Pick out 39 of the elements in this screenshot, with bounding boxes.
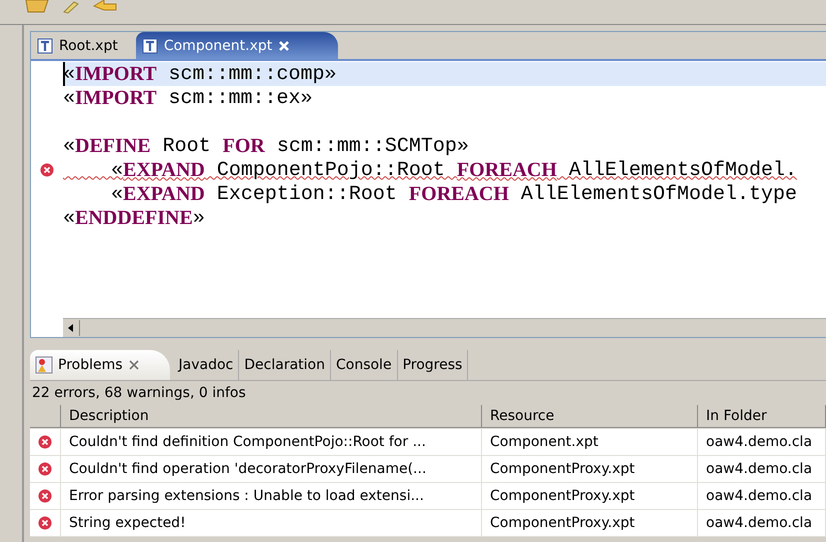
error-icon (38, 516, 52, 530)
code-line: «IMPORT scm::mm::ex» (63, 86, 314, 110)
editor-tab[interactable]: Root.xpt (31, 32, 136, 59)
view-tab[interactable]: Javadoc (174, 350, 240, 380)
editor-tab[interactable]: Component.xpt (136, 32, 338, 59)
table-cell: String expected! (61, 510, 482, 536)
folder-icon[interactable] (24, 0, 50, 14)
column-header[interactable]: Description (61, 405, 482, 428)
table-cell: Couldn't find operation 'decoratorProxyFilename(... (61, 456, 482, 482)
table-cell: Component.xpt (482, 429, 698, 455)
table-cell: oaw4.demo.cla (698, 510, 826, 536)
view-tab[interactable]: Problems (30, 350, 170, 380)
code-line: «ENDDEFINE» (63, 206, 206, 230)
view-tab[interactable]: Declaration (239, 350, 331, 380)
template-file-icon (37, 38, 53, 54)
column-header[interactable]: In Folder (698, 405, 826, 428)
code-line: «EXPAND ComponentPojo::Root FOREACH AllElementsOfModel. (110, 158, 798, 182)
error-icon (38, 462, 52, 476)
horizontal-scrollbar[interactable] (63, 318, 826, 337)
table-cell: ComponentProxy.xpt (482, 456, 698, 482)
error-icon (40, 163, 54, 177)
view-tab[interactable]: Progress (398, 350, 468, 380)
code-line: «EXPAND Exception::Root FOREACH AllElementsOfModel.type (110, 182, 798, 206)
table-cell: ComponentProxy.xpt (482, 483, 698, 509)
error-icon (38, 435, 52, 449)
close-icon[interactable] (128, 359, 140, 371)
problems-summary: 22 errors, 68 warnings, 0 infos (31, 384, 247, 403)
table-cell: ComponentProxy.xpt (482, 510, 698, 536)
error-icon (38, 489, 52, 503)
column-header[interactable]: Resource (482, 405, 698, 428)
table-cell: Couldn't find definition ComponentPojo::Root for ... (61, 429, 482, 455)
table-cell: oaw4.demo.cla (698, 483, 826, 509)
problems-icon (35, 356, 53, 374)
table-cell: Error parsing extensions : Unable to load extensi... (61, 483, 482, 509)
template-file-icon (142, 38, 158, 54)
view-tab[interactable]: Console (330, 350, 398, 380)
table-cell: oaw4.demo.cla (698, 456, 826, 482)
table-cell: oaw4.demo.cla (698, 429, 826, 455)
code-line: «DEFINE Root FOR scm::mm::SCMTop» (63, 134, 470, 158)
